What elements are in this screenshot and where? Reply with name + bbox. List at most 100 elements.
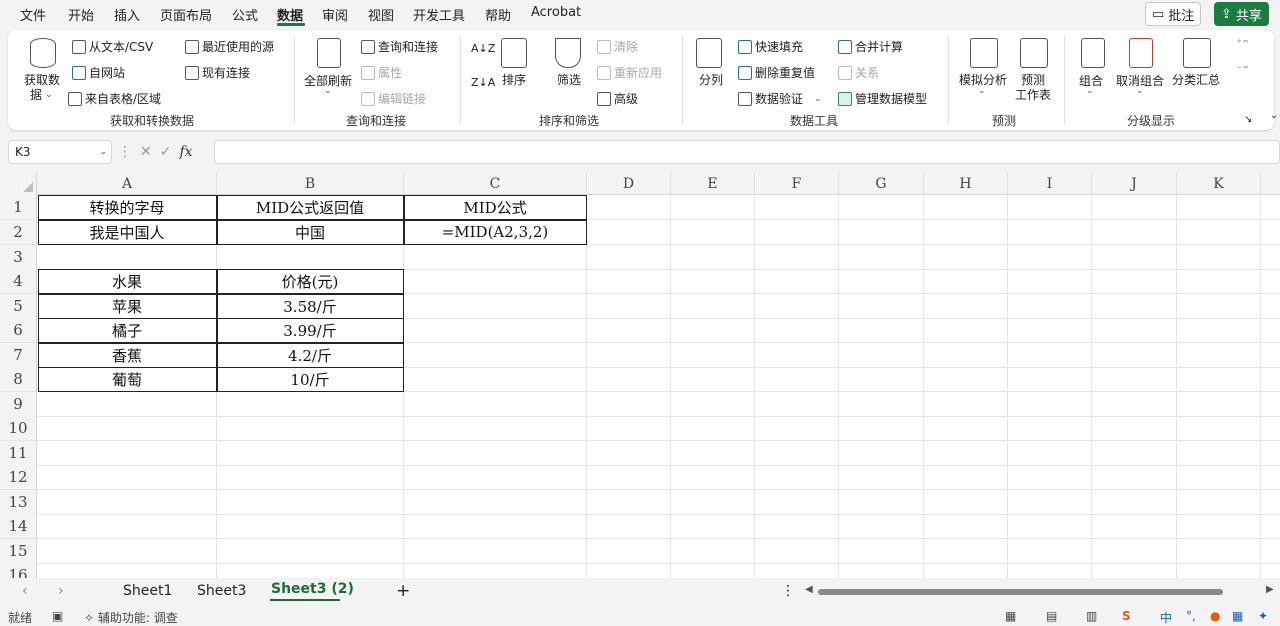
consolidate-button[interactable]: 合并计算 — [838, 38, 903, 55]
row-header-6[interactable]: 6 — [0, 318, 37, 343]
row-header-7[interactable]: 7 — [0, 343, 37, 368]
select-all-corner[interactable] — [0, 172, 37, 195]
from-web-button[interactable]: 自网站 — [72, 64, 125, 81]
row-header-12[interactable]: 12 — [0, 465, 37, 490]
text-to-columns-button[interactable]: 分列 — [699, 71, 723, 88]
scroll-right-icon[interactable]: ▶ — [1266, 584, 1274, 595]
insert-function-icon[interactable]: fx — [179, 144, 192, 160]
group-dropdown[interactable]: ⌄ — [1086, 86, 1094, 96]
data-validation-button[interactable]: 数据验证 ⌄ — [738, 90, 822, 107]
page-layout-view-icon[interactable]: ▤ — [1046, 609, 1057, 623]
reapply-button[interactable]: 重新应用 — [597, 64, 662, 81]
formula-input[interactable] — [214, 140, 1280, 164]
row-header-16[interactable]: 16 — [0, 563, 37, 578]
row-header-10[interactable]: 10 — [0, 416, 37, 441]
microphone-icon[interactable]: ● — [1210, 609, 1220, 623]
existing-connections-button[interactable]: 现有连接 — [185, 64, 250, 81]
menu-acrobat[interactable]: Acrobat — [531, 5, 581, 20]
comment-button[interactable]: ▭ 批注 — [1145, 2, 1202, 26]
cell-B2[interactable]: 中国 — [216, 219, 404, 245]
cell-A2[interactable]: 我是中国人 — [37, 219, 217, 245]
menu-formulas[interactable]: 公式 — [232, 5, 258, 24]
menu-home[interactable]: 开始 — [68, 5, 94, 24]
edit-links-button[interactable]: 编辑链接 — [361, 90, 426, 107]
row-header-13[interactable]: 13 — [0, 490, 37, 515]
sheet-tab-sheet3-2[interactable]: Sheet3 (2) — [271, 581, 354, 597]
share-button[interactable]: ⇪ 共享 — [1214, 2, 1269, 26]
cell-B1[interactable]: MID公式返回值 — [216, 194, 404, 220]
cell-B8[interactable]: 10/斤 — [216, 366, 404, 392]
flash-fill-button[interactable]: 快速填充 — [738, 38, 803, 55]
from-text-csv-button[interactable]: 从文本/CSV — [72, 38, 153, 55]
row-header-11[interactable]: 11 — [0, 441, 37, 466]
ungroup-dropdown[interactable]: ⌄ — [1136, 86, 1144, 96]
row-header-9[interactable]: 9 — [0, 392, 37, 417]
sheet-tab-sheet3[interactable]: Sheet3 — [197, 583, 246, 599]
menu-review[interactable]: 审阅 — [322, 5, 348, 24]
hide-detail-button[interactable]: ⁻⁼ — [1236, 62, 1249, 76]
subtotal-button[interactable]: 分类汇总 — [1172, 71, 1220, 88]
row-header-8[interactable]: 8 — [0, 367, 37, 392]
row-header-1[interactable]: 1 — [0, 195, 37, 220]
menu-help[interactable]: 帮助 — [485, 5, 511, 24]
sort-za-button[interactable]: Z↓A — [471, 76, 495, 89]
properties-button[interactable]: 属性 — [361, 64, 402, 81]
column-header-k[interactable]: K — [1177, 172, 1261, 195]
data-model-button[interactable]: 管理数据模型 — [838, 90, 927, 107]
get-data-dropdown[interactable]: 据 ⌄ — [30, 86, 53, 103]
cell-B4[interactable]: 价格(元) — [216, 268, 404, 294]
outline-settings-button[interactable]: ↘ — [1244, 114, 1252, 125]
show-detail-button[interactable]: ⁺⁼ — [1236, 36, 1249, 50]
refresh-dropdown[interactable]: ⌄ — [324, 86, 332, 96]
ime-settings-icon[interactable]: ✦ — [1258, 609, 1268, 623]
menu-developer[interactable]: 开发工具 — [413, 5, 465, 24]
column-header-h[interactable]: H — [924, 172, 1008, 195]
row-header-2[interactable]: 2 — [0, 220, 37, 245]
page-break-view-icon[interactable]: ▥ — [1086, 609, 1097, 623]
sort-button[interactable]: 排序 — [502, 71, 526, 88]
menu-view[interactable]: 视图 — [368, 5, 394, 24]
row-header-5[interactable]: 5 — [0, 294, 37, 319]
sheet-tab-sheet1[interactable]: Sheet1 — [123, 583, 172, 599]
cell-A5[interactable]: 苹果 — [37, 293, 217, 319]
clear-filter-button[interactable]: 清除 — [597, 38, 638, 55]
prev-sheet-icon[interactable]: ‹ — [22, 583, 28, 599]
cell-A8[interactable]: 葡萄 — [37, 366, 217, 392]
name-box[interactable]: K3 ⌄ — [8, 140, 112, 164]
collapse-ribbon-button[interactable]: ⌄ — [1270, 110, 1278, 121]
ime-punctuation-icon[interactable]: °, — [1186, 609, 1196, 623]
remove-duplicates-button[interactable]: 删除重复值 — [738, 64, 815, 81]
column-header-i[interactable]: I — [1008, 172, 1092, 195]
column-header-g[interactable]: G — [839, 172, 924, 195]
keyboard-icon[interactable]: ▦ — [1232, 609, 1243, 623]
scroll-left-icon[interactable]: ◀ — [805, 584, 813, 595]
column-header-f[interactable]: F — [755, 172, 839, 195]
from-table-button[interactable]: 来自表格/区域 — [68, 90, 161, 107]
what-if-dropdown[interactable]: ⌄ — [978, 86, 986, 96]
horizontal-scrollbar[interactable] — [818, 589, 1223, 595]
normal-view-icon[interactable]: ▦ — [1005, 609, 1016, 623]
cell-A4[interactable]: 水果 — [37, 268, 217, 294]
row-header-15[interactable]: 15 — [0, 539, 37, 564]
column-header-d[interactable]: D — [587, 172, 671, 195]
column-header-j[interactable]: J — [1092, 172, 1177, 195]
sort-az-button[interactable]: A↓Z — [471, 42, 495, 55]
column-header-c[interactable]: C — [404, 172, 587, 195]
row-header-4[interactable]: 4 — [0, 269, 37, 294]
menu-page-layout[interactable]: 页面布局 — [160, 5, 212, 24]
confirm-icon[interactable]: ✓ — [160, 144, 172, 160]
cell-B7[interactable]: 4.2/斤 — [216, 342, 404, 368]
column-header-e[interactable]: E — [671, 172, 755, 195]
spreadsheet-grid[interactable]: ABCDEFGHIJK 1 2 3 4 5 6 7 8 9 10 11 12 13 14 15 16 转换的字… — [0, 172, 1280, 578]
filter-button[interactable]: 筛选 — [557, 71, 581, 88]
more-options-icon[interactable]: ⋮ — [781, 583, 795, 599]
advanced-filter-button[interactable]: 高级 — [597, 90, 638, 107]
column-header-a[interactable]: A — [38, 172, 217, 195]
cell-C1[interactable]: MID公式 — [403, 194, 587, 220]
cell-A1[interactable]: 转换的字母 — [37, 194, 217, 220]
cell-A7[interactable]: 香蕉 — [37, 342, 217, 368]
accessibility-status[interactable]: ✧ 辅助功能: 调查 — [84, 609, 178, 626]
menu-insert[interactable]: 插入 — [114, 5, 140, 24]
column-header-b[interactable]: B — [217, 172, 404, 195]
cell-C2[interactable]: =MID(A2,3,2) — [403, 219, 587, 245]
